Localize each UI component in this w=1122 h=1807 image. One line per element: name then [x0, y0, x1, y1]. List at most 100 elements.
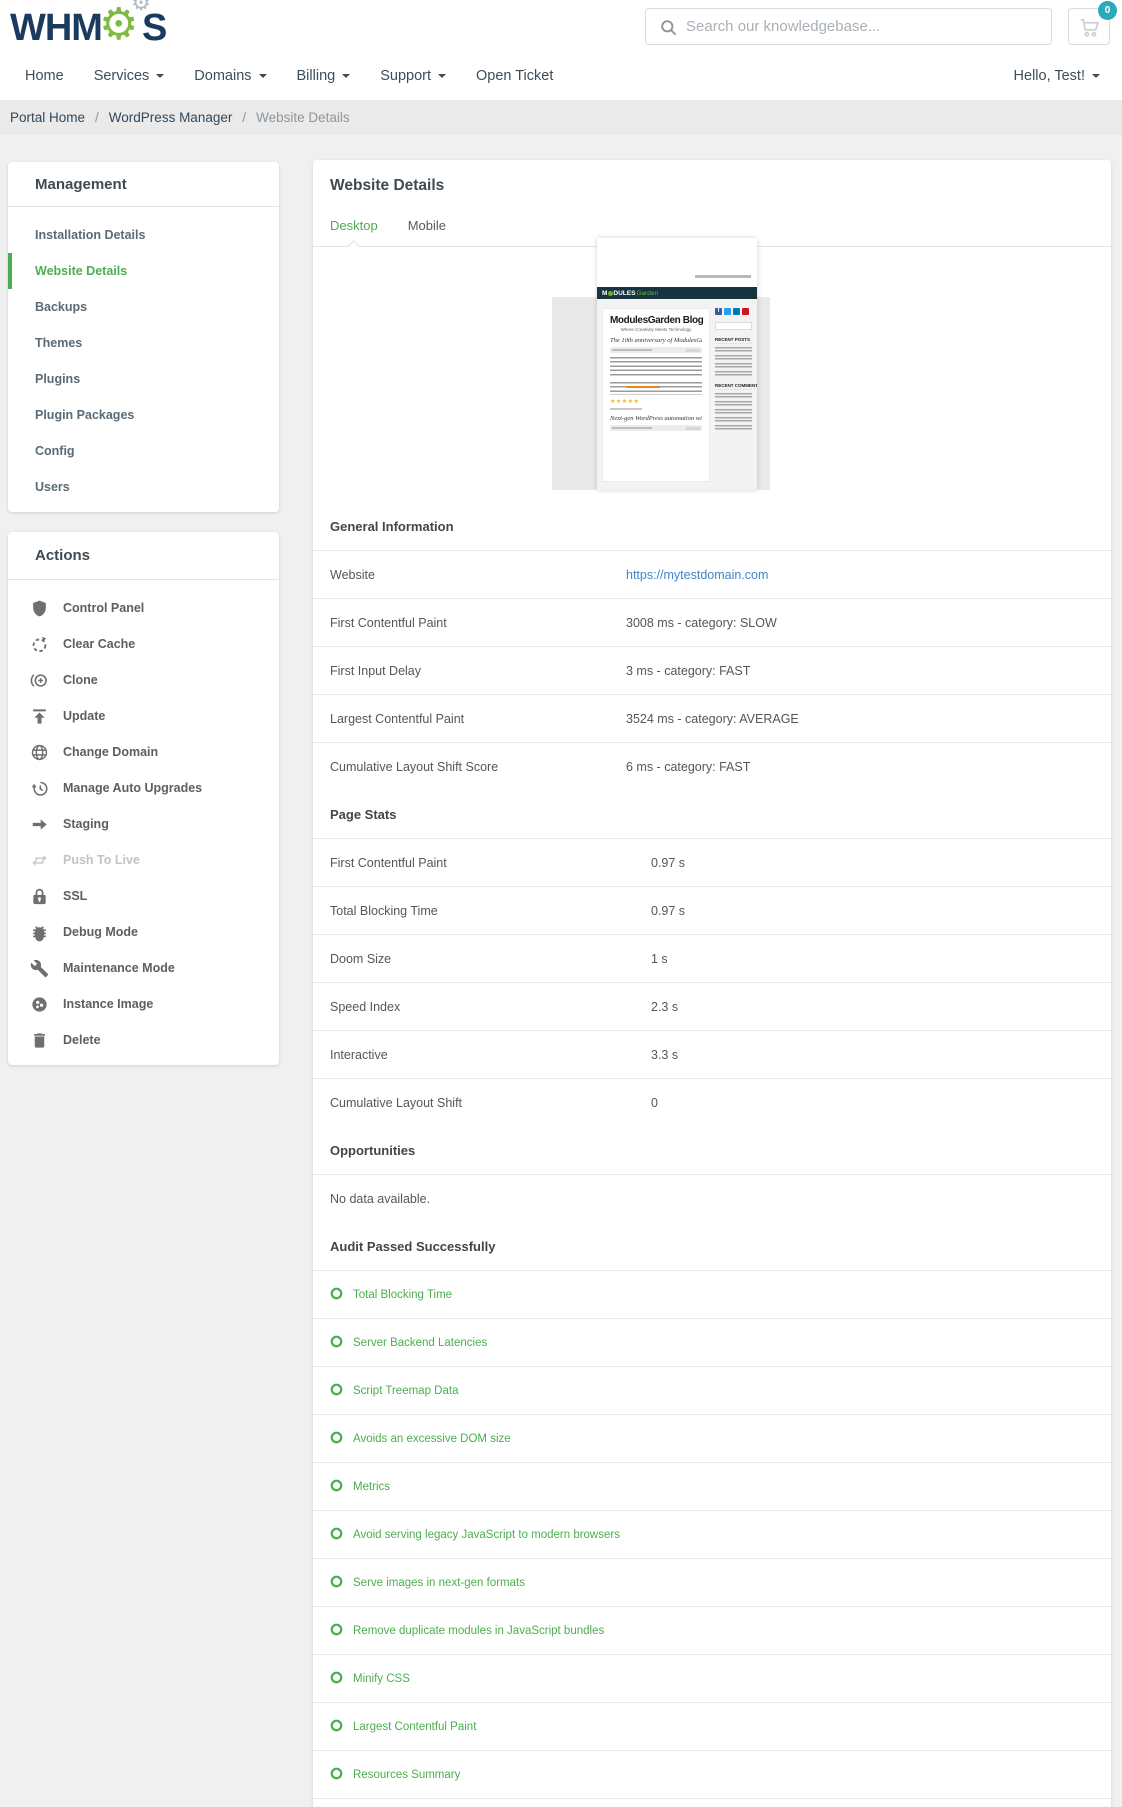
action-staging[interactable]: Staging [8, 806, 279, 842]
audit-row-minify-css[interactable]: Minify CSS [313, 1655, 1111, 1703]
audit-row-server-backend-latencies[interactable]: Server Backend Latencies [313, 1319, 1111, 1367]
section-heading-text: Page Stats [330, 807, 396, 822]
info-row-largest-contentful-paint: Largest Contentful Paint3524 ms - catego… [313, 695, 1111, 743]
row-label: First Contentful Paint [330, 856, 651, 870]
audit-pass-icon [330, 1431, 343, 1447]
action-delete[interactable]: Delete [8, 1022, 279, 1058]
globe-icon [28, 743, 50, 762]
wrench-icon [28, 959, 50, 978]
section-heading-opportunities: Opportunities [313, 1127, 1111, 1175]
row-value: 0.97 s [651, 904, 685, 918]
caret-down-icon [342, 74, 350, 78]
sidebar-item-plugin-packages[interactable]: Plugin Packages [8, 397, 279, 433]
nav-label: Open Ticket [476, 68, 553, 84]
nav-support[interactable]: Support [365, 60, 461, 92]
nav-label: Domains [194, 68, 251, 84]
breadcrumb-separator: / [95, 110, 99, 125]
thumb-sidebar: f RECENT POSTS RECENT COMMENTS [715, 308, 752, 482]
user-menu[interactable]: Hello, Test! [1014, 68, 1100, 84]
cart-button[interactable]: 0 [1068, 8, 1110, 45]
sidebar-item-installation-details[interactable]: Installation Details [8, 217, 279, 253]
repeat-icon [28, 851, 50, 870]
audit-row-metrics[interactable]: Metrics [313, 1463, 1111, 1511]
audit-row-resources-summary[interactable]: Resources Summary [313, 1751, 1111, 1799]
breadcrumb-separator: / [242, 110, 246, 125]
info-row-no-data-available: No data available. [313, 1175, 1111, 1223]
thumb-post1-title: The 10th anniversary of ModulesGarden [610, 337, 702, 344]
nav-label: Services [94, 68, 150, 84]
action-ssl[interactable]: SSL [8, 878, 279, 914]
sidebar-item-backups[interactable]: Backups [8, 289, 279, 325]
sidebar-item-themes[interactable]: Themes [8, 325, 279, 361]
action-instance-image[interactable]: Instance Image [8, 986, 279, 1022]
knowledgebase-search [645, 8, 1052, 45]
refresh-icon [28, 635, 50, 654]
nav-domains[interactable]: Domains [179, 60, 281, 92]
action-label: Update [63, 709, 105, 723]
audit-pass-icon [330, 1527, 343, 1543]
audit-row-script-treemap-data[interactable]: Script Treemap Data [313, 1367, 1111, 1415]
sidebar-item-website-details[interactable]: Website Details [8, 253, 279, 289]
nav-home[interactable]: Home [10, 60, 79, 92]
youtube-icon [742, 308, 749, 315]
thumb-site-navbar: M DULES Garden [597, 287, 757, 299]
nav-label: Support [380, 68, 431, 84]
sidebar-item-plugins[interactable]: Plugins [8, 361, 279, 397]
linkedin-icon [733, 308, 740, 315]
history-icon [28, 779, 50, 798]
audit-pass-icon [330, 1767, 343, 1783]
audit-pass-icon [330, 1671, 343, 1687]
action-manage-auto-upgrades[interactable]: Manage Auto Upgrades [8, 770, 279, 806]
info-row-cumulative-layout-shift: Cumulative Layout Shift0 [313, 1079, 1111, 1127]
thumb-recent-comments-heading: RECENT COMMENTS [715, 383, 752, 390]
info-row-website: Websitehttps://mytestdomain.com [313, 551, 1111, 599]
search-input[interactable] [686, 9, 1046, 44]
audit-label: Total Blocking Time [353, 1289, 452, 1301]
audit-row-serve-images-in-next-gen-formats[interactable]: Serve images in next-gen formats [313, 1559, 1111, 1607]
action-clear-cache[interactable]: Clear Cache [8, 626, 279, 662]
whmcs-logo[interactable]: WHM ⚙ ⚙ S [10, 2, 166, 54]
action-update[interactable]: Update [8, 698, 279, 734]
audit-row-largest-contentful-paint[interactable]: Largest Contentful Paint [313, 1703, 1111, 1751]
row-value: 1 s [651, 952, 668, 966]
action-debug-mode[interactable]: Debug Mode [8, 914, 279, 950]
audit-pass-icon [330, 1335, 343, 1351]
caret-down-icon [156, 74, 164, 78]
audit-label: Remove duplicate modules in JavaScript b… [353, 1625, 604, 1637]
actions-panel: Actions Control PanelClear CacheCloneUpd… [8, 532, 279, 1065]
audit-pass-icon [330, 1575, 343, 1591]
breadcrumb-portal-home[interactable]: Portal Home [10, 110, 85, 125]
nav-label: Home [25, 68, 64, 84]
section-heading-text: Opportunities [330, 1143, 415, 1158]
website-link[interactable]: https://mytestdomain.com [626, 568, 768, 582]
screenshot-preview-area: M DULES Garden ModulesGarden Blog Where … [313, 247, 1111, 503]
sidebar-item-config[interactable]: Config [8, 433, 279, 469]
action-control-panel[interactable]: Control Panel [8, 590, 279, 626]
action-change-domain[interactable]: Change Domain [8, 734, 279, 770]
gear-icon: ⚙ ⚙ [99, 2, 145, 54]
facebook-icon: f [715, 308, 722, 315]
audit-row-avoids-an-excessive-dom-size[interactable]: Avoids an excessive DOM size [313, 1415, 1111, 1463]
tab-mobile[interactable]: Mobile [408, 208, 446, 246]
info-row-first-contentful-paint: First Contentful Paint0.97 s [313, 839, 1111, 887]
action-clone[interactable]: Clone [8, 662, 279, 698]
audit-row-remove-duplicate-modules-in-javascript-bundles[interactable]: Remove duplicate modules in JavaScript b… [313, 1607, 1111, 1655]
info-row-first-input-delay: First Input Delay3 ms - category: FAST [313, 647, 1111, 695]
thumb-post2-title: Next-gen WordPress automation with Panel… [610, 415, 702, 422]
row-value: 3 ms - category: FAST [626, 664, 750, 678]
audit-label: Server Backend Latencies [353, 1337, 487, 1349]
row-label: Cumulative Layout Shift [330, 1096, 651, 1110]
audit-row-total-blocking-time[interactable]: Total Blocking Time [313, 1271, 1111, 1319]
cart-icon [1078, 16, 1101, 44]
sidebar-item-users[interactable]: Users [8, 469, 279, 505]
nav-open-ticket[interactable]: Open Ticket [461, 60, 568, 92]
nav-services[interactable]: Services [79, 60, 180, 92]
action-maintenance-mode[interactable]: Maintenance Mode [8, 950, 279, 986]
top-header: WHM ⚙ ⚙ S 0 Home Services Domains Billing Su… [0, 0, 1122, 100]
row-value: 0.97 s [651, 856, 685, 870]
audit-row-avoid-serving-legacy-javascript-to-modern-browsers[interactable]: Avoid serving legacy JavaScript to moder… [313, 1511, 1111, 1559]
breadcrumb-current-page: Website Details [256, 110, 350, 125]
nav-billing[interactable]: Billing [282, 60, 366, 92]
breadcrumb-wordpress-manager[interactable]: WordPress Manager [109, 110, 233, 125]
thumb-post1-meta [610, 347, 702, 353]
